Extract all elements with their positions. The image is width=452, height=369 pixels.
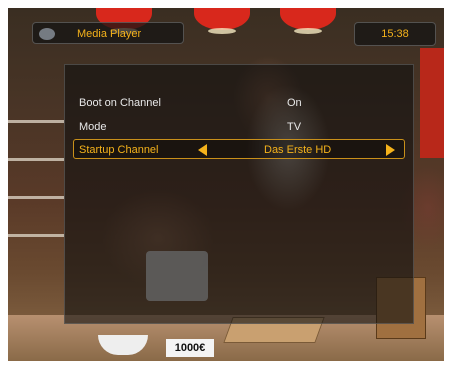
- clock: 15:38: [354, 22, 436, 46]
- price-tag: 1000€: [166, 339, 214, 357]
- setting-label: Startup Channel: [79, 144, 159, 156]
- settings-panel: Boot on Channel On Mode TV Startup Chann…: [64, 64, 414, 324]
- setting-value: Das Erste HD: [264, 144, 332, 156]
- channel-logo-icon: [39, 28, 55, 40]
- tv-screen: 1000€ Media Player 15:38 Boot on Channel…: [8, 8, 444, 361]
- studio-wall: [420, 48, 444, 158]
- setting-row-startup-channel[interactable]: Startup Channel Das Erste HD: [73, 139, 405, 159]
- setting-value: On: [287, 97, 302, 109]
- setting-label: Boot on Channel: [79, 97, 161, 109]
- shelf: [8, 120, 64, 123]
- arrow-left-icon[interactable]: [198, 144, 207, 156]
- setting-label: Mode: [79, 121, 107, 133]
- tv-frame: 1000€ Media Player 15:38 Boot on Channel…: [0, 0, 452, 369]
- title-bar: Media Player: [32, 22, 184, 44]
- lamp-shade: [280, 8, 336, 34]
- setting-row-mode[interactable]: Mode TV: [65, 117, 413, 137]
- menu-title: Media Player: [77, 28, 142, 40]
- shelf: [8, 158, 64, 161]
- arrow-right-icon[interactable]: [386, 144, 395, 156]
- lamp-shade: [194, 8, 250, 34]
- shelf: [8, 196, 64, 199]
- setting-value: TV: [287, 121, 302, 133]
- shelf: [8, 234, 64, 237]
- setting-row-boot-on-channel[interactable]: Boot on Channel On: [65, 93, 413, 113]
